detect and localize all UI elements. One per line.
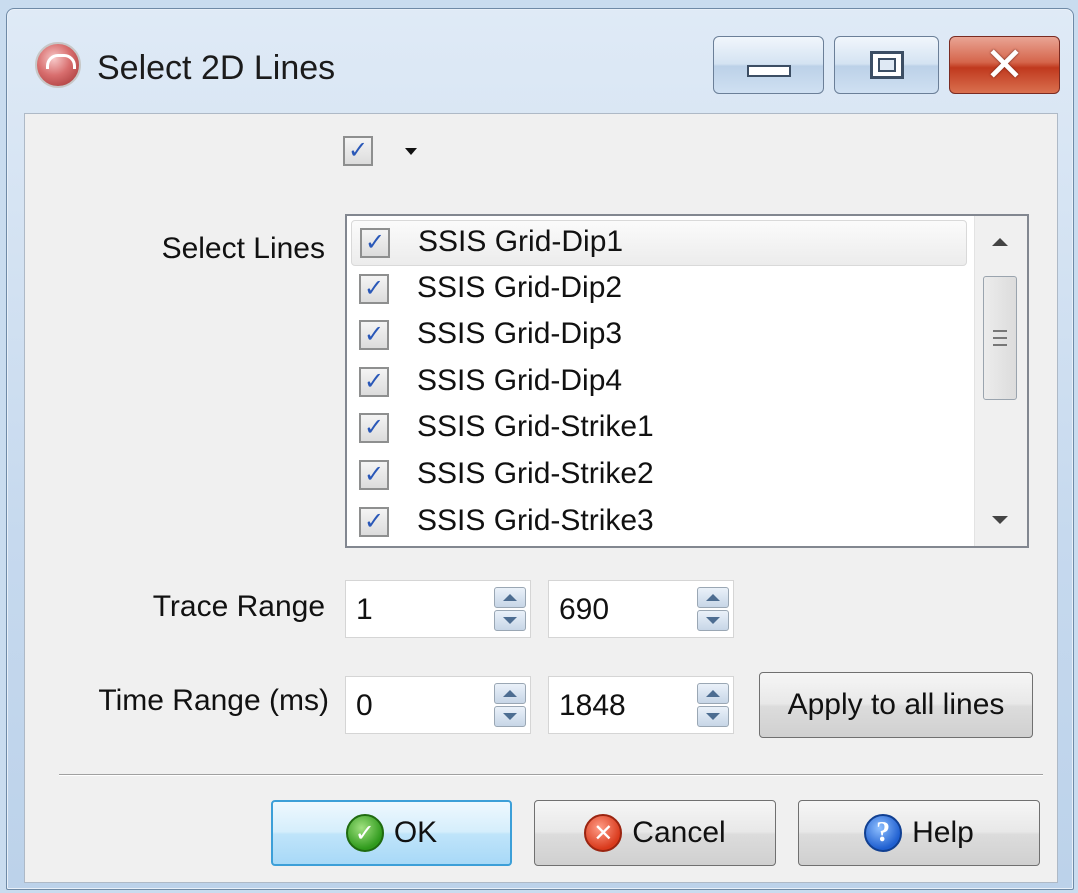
checkmark-icon: ✓ (363, 368, 385, 395)
up-arrow-icon (706, 594, 720, 601)
maximize-icon (869, 51, 904, 79)
help-button[interactable]: ? Help (798, 800, 1040, 866)
checkmark-icon: ✓ (363, 461, 385, 488)
down-arrow-icon (992, 516, 1008, 524)
line-label: SSIS Grid-Dip1 (418, 225, 624, 258)
list-item[interactable]: ✓ SSIS Grid-Strike1 (351, 406, 967, 452)
apply-label: Apply to all lines (787, 688, 1005, 721)
select-all-checkbox[interactable]: ✓ (343, 136, 373, 166)
line-checkbox[interactable]: ✓ (360, 228, 390, 258)
increment-button[interactable] (697, 683, 729, 704)
x-icon: ✕ (584, 814, 623, 852)
trace-from-value: 1 (356, 593, 373, 626)
line-label: SSIS Grid-Dip4 (417, 364, 623, 397)
cancel-label: Cancel (632, 816, 726, 849)
down-arrow-icon (503, 617, 517, 624)
down-arrow-icon (503, 713, 517, 720)
select-lines-label: Select Lines (161, 232, 325, 265)
down-arrow-icon (706, 617, 720, 624)
trace-range-label: Trace Range (152, 590, 325, 623)
close-button[interactable]: ✕ (949, 36, 1060, 94)
dialog-window: Select 2D Lines ✕ ✓ Select Lines ✓ SSIS … (6, 8, 1074, 890)
checkmark-icon: ✓ (363, 275, 385, 302)
window-title: Select 2D Lines (97, 49, 336, 87)
up-arrow-icon (503, 594, 517, 601)
decrement-button[interactable] (494, 610, 526, 631)
spinner-arrows (494, 587, 526, 631)
decrement-button[interactable] (494, 706, 526, 727)
list-item[interactable]: ✓ SSIS Grid-Dip4 (351, 360, 967, 406)
line-checkbox[interactable]: ✓ (359, 507, 389, 537)
time-to-spinner[interactable]: 1848 (548, 676, 734, 734)
line-checkbox[interactable]: ✓ (359, 320, 389, 350)
line-label: SSIS Grid-Dip2 (417, 271, 623, 304)
minimize-icon (746, 65, 791, 77)
ok-button[interactable]: ✓ OK (271, 800, 512, 866)
up-arrow-icon (706, 690, 720, 697)
increment-button[interactable] (494, 587, 526, 608)
ok-label: OK (393, 816, 438, 849)
up-arrow-icon (503, 690, 517, 697)
close-icon: ✕ (984, 37, 1025, 93)
select-dropdown-arrow-icon[interactable] (405, 148, 417, 155)
line-label: SSIS Grid-Strike3 (417, 504, 654, 537)
grip-icon (993, 330, 1007, 346)
decrement-button[interactable] (697, 610, 729, 631)
checkmark-icon: ✓ (363, 508, 385, 535)
minimize-button[interactable] (713, 36, 824, 94)
trace-from-spinner[interactable]: 1 (345, 580, 531, 638)
increment-button[interactable] (697, 587, 729, 608)
increment-button[interactable] (494, 683, 526, 704)
checkmark-icon: ✓ (363, 414, 385, 441)
down-arrow-icon (706, 713, 720, 720)
cancel-button[interactable]: ✕ Cancel (534, 800, 776, 866)
time-to-value: 1848 (559, 689, 626, 722)
line-label: SSIS Grid-Dip3 (417, 317, 623, 350)
time-from-value: 0 (356, 689, 373, 722)
list-item[interactable]: ✓ SSIS Grid-Dip1 (351, 220, 967, 266)
separator (59, 774, 1043, 776)
title-bar[interactable]: Select 2D Lines ✕ (7, 9, 1073, 113)
spinner-arrows (494, 683, 526, 727)
decrement-button[interactable] (697, 706, 729, 727)
trace-to-spinner[interactable]: 690 (548, 580, 734, 638)
scroll-down-button[interactable] (975, 498, 1025, 542)
line-checkbox[interactable]: ✓ (359, 367, 389, 397)
list-item[interactable]: ✓ SSIS Grid-Dip3 (351, 313, 967, 359)
checkmark-icon: ✓ (363, 321, 385, 348)
check-icon: ✓ (345, 814, 384, 852)
scroll-thumb[interactable] (983, 276, 1017, 400)
vertical-scrollbar[interactable] (974, 216, 1027, 546)
help-label: Help (912, 816, 974, 849)
apply-to-all-lines-button[interactable]: Apply to all lines (759, 672, 1033, 738)
time-from-spinner[interactable]: 0 (345, 676, 531, 734)
list-item[interactable]: ✓ SSIS Grid-Strike2 (351, 453, 967, 499)
question-icon: ? (864, 814, 903, 852)
lines-listbox[interactable]: ✓ SSIS Grid-Dip1 ✓ SSIS Grid-Dip2 ✓ SSIS… (345, 214, 1029, 548)
time-range-label: Time Range (ms) (98, 684, 329, 717)
up-arrow-icon (992, 238, 1008, 246)
line-checkbox[interactable]: ✓ (359, 413, 389, 443)
app-icon[interactable] (35, 42, 81, 88)
trace-to-value: 690 (559, 593, 610, 626)
spinner-arrows (697, 587, 729, 631)
list-item[interactable]: ✓ SSIS Grid-Dip2 (351, 267, 967, 313)
maximize-button[interactable] (834, 36, 939, 94)
dialog-body: ✓ Select Lines ✓ SSIS Grid-Dip1 ✓ SSIS G… (24, 113, 1058, 883)
scroll-up-button[interactable] (975, 220, 1025, 264)
line-checkbox[interactable]: ✓ (359, 460, 389, 490)
list-item[interactable]: ✓ SSIS Grid-Strike3 (351, 500, 967, 546)
line-label: SSIS Grid-Strike1 (417, 410, 654, 443)
line-label: SSIS Grid-Strike2 (417, 457, 654, 490)
checkmark-icon: ✓ (364, 229, 386, 256)
checkmark-icon: ✓ (347, 137, 369, 164)
spinner-arrows (697, 683, 729, 727)
line-checkbox[interactable]: ✓ (359, 274, 389, 304)
